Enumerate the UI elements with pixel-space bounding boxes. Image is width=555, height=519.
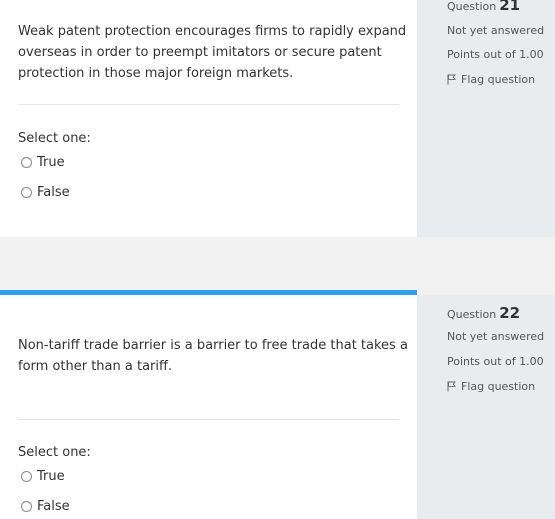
question-21-option-false[interactable]: False (21, 185, 70, 200)
question-21-text: Weak patent protection encourages firms … (18, 24, 407, 81)
option-label: False (37, 499, 70, 514)
radio-icon[interactable] (21, 501, 32, 512)
question-21-status: Not yet answered (447, 24, 545, 37)
question-21-number: Question 21 (447, 0, 520, 14)
radio-icon[interactable] (21, 157, 32, 168)
question-22-option-false[interactable]: False (21, 499, 70, 514)
question-21-flag-button[interactable]: Flag question (447, 73, 535, 86)
option-label: True (37, 155, 65, 170)
question-22-divider (18, 419, 399, 420)
flag-icon (447, 381, 456, 392)
question-22-points: Points out of 1.00 (447, 355, 544, 368)
option-label: True (37, 469, 65, 484)
flag-icon (447, 74, 456, 85)
question-number: 22 (499, 304, 521, 322)
question-21-select-label: Select one: (18, 131, 91, 146)
question-label: Question (447, 0, 497, 13)
radio-icon[interactable] (21, 471, 32, 482)
question-label: Question (447, 308, 497, 321)
flag-label: Flag question (461, 73, 536, 86)
question-21-content: Weak patent protection encourages firms … (0, 0, 417, 237)
question-22-option-true[interactable]: True (21, 469, 65, 484)
question-22-number: Question 22 (447, 304, 520, 322)
question-21-block: Weak patent protection encourages firms … (0, 0, 555, 237)
question-22-info-panel (417, 295, 555, 519)
question-22-select-label: Select one: (18, 445, 91, 460)
question-21-divider (18, 104, 399, 105)
question-22-flag-button[interactable]: Flag question (447, 380, 535, 393)
question-21-option-true[interactable]: True (21, 155, 65, 170)
question-22-content: Non-tariff trade barrier is a barrier to… (0, 295, 417, 519)
flag-label: Flag question (461, 380, 536, 393)
option-label: False (37, 185, 70, 200)
question-number: 21 (499, 0, 521, 14)
question-22-status: Not yet answered (447, 330, 545, 343)
radio-icon[interactable] (21, 187, 32, 198)
question-22-text: Non-tariff trade barrier is a barrier to… (18, 338, 408, 374)
question-22-block: Non-tariff trade barrier is a barrier to… (0, 290, 555, 519)
question-21-points: Points out of 1.00 (447, 48, 544, 61)
